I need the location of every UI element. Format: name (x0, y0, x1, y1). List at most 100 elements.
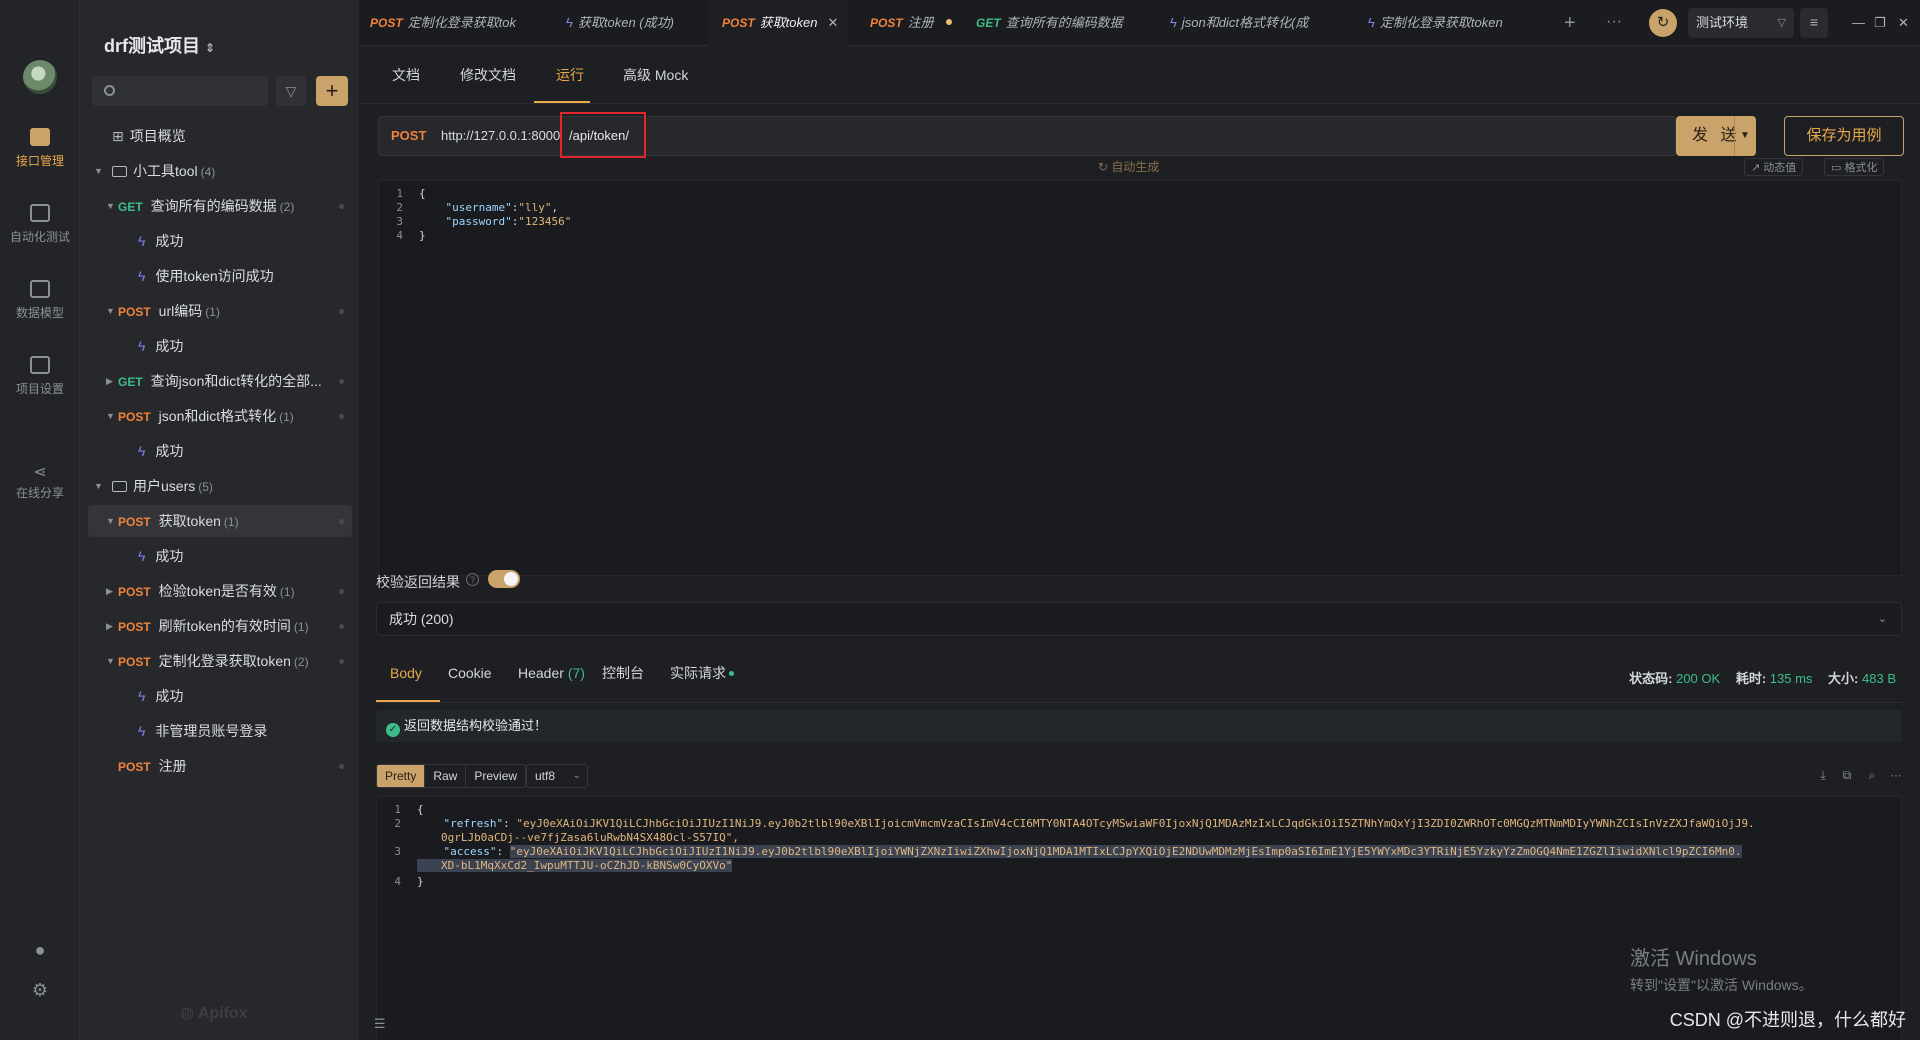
tab-item[interactable]: POST 注册 (870, 0, 970, 46)
tree-overview[interactable]: ⊞ 项目概览 (88, 120, 352, 152)
validate-toggle[interactable] (488, 570, 520, 588)
list-icon[interactable]: ☰ (374, 1016, 386, 1032)
tree-label: 项目概览 (129, 128, 186, 144)
tree-case-item[interactable]: ϟ 成功 (88, 680, 352, 712)
tree-label: 成功 (155, 338, 184, 354)
tab-label: json和dict格式转化(成 (1181, 15, 1309, 30)
tree-folder[interactable]: ▼ 用户users (5) (88, 470, 352, 502)
close-icon[interactable]: ✕ (827, 15, 838, 30)
tree-case-item[interactable]: ϟ 成功 (88, 435, 352, 467)
more-icon[interactable]: ··· (1889, 768, 1903, 782)
rail-label: 自动化测试 (9, 230, 70, 244)
chevron-down-icon: ⌄ (572, 770, 581, 781)
restore-icon[interactable]: ❐ (1874, 0, 1886, 46)
expected-response-select[interactable]: 成功 (200) ⌄ (376, 602, 1902, 636)
auto-generate-link[interactable]: ↻ 自动生成 (1098, 158, 1159, 175)
format-pretty[interactable]: Pretty (377, 765, 426, 787)
tree-api-item[interactable]: ▶ GET 查询json和dict转化的全部... (88, 365, 352, 397)
response-body-viewer[interactable]: 1 { 2 "refresh": "eyJ0eXAiOiJKV1QiLCJhbG… (376, 796, 1902, 1040)
gear-icon[interactable]: ⚙ (30, 980, 50, 1000)
rail-item-api-management[interactable]: 接口管理 (0, 128, 80, 169)
check-circle-icon: ✓ (386, 723, 400, 737)
tab-item[interactable]: ϟ json和dict格式转化(成 (1170, 0, 1322, 46)
response-tab-cookie[interactable]: Cookie (448, 656, 492, 702)
method-select[interactable]: POST (391, 117, 426, 155)
avatar[interactable] (23, 60, 57, 94)
tab-item[interactable]: GET 查询所有的编码数据 (976, 0, 1136, 46)
code-token: } (419, 229, 426, 242)
tree-case-item[interactable]: ϟ 非管理员账号登录 (88, 715, 352, 747)
window-close-icon[interactable]: ✕ (1898, 0, 1909, 46)
project-switcher[interactable]: drf测试项目 ⇕ (104, 32, 215, 58)
lightning-icon: ϟ (138, 443, 146, 459)
send-button[interactable]: 发 送 ▼ (1676, 116, 1756, 156)
status-dot (729, 671, 734, 676)
tab-item[interactable]: POST 定制化登录获取tok (370, 0, 520, 46)
chevron-down-icon[interactable]: ▼ (1740, 116, 1750, 156)
response-tab-console[interactable]: 控制台 (602, 656, 644, 702)
subtab-edit-docs[interactable]: 修改文档 (460, 46, 516, 104)
tree-api-item[interactable]: ▶ POST 检验token是否有效 (1) (88, 575, 352, 607)
subtab-docs[interactable]: 文档 (392, 46, 420, 104)
tree-api-item[interactable]: POST 注册 (88, 750, 352, 782)
code-token: "lly" (518, 201, 552, 214)
tab-item-active[interactable]: POST 获取token ✕ (708, 0, 848, 46)
code-line: { (417, 803, 424, 816)
tab-label: 定制化登录获取tok (407, 15, 517, 30)
tree-api-item[interactable]: ▼ POST url编码 (1) (88, 295, 352, 327)
url-bar[interactable]: POST http://127.0.0.1:8000 /api/token/ (378, 112, 1676, 158)
rail-item-share[interactable]: ⋖ 在线分享 (0, 462, 80, 501)
help-icon[interactable]: ? (466, 573, 479, 586)
tab-item[interactable]: ϟ 获取token (成功) (566, 0, 696, 46)
save-as-case-button[interactable]: 保存为用例 (1784, 116, 1904, 156)
environment-menu-button[interactable]: ≡ (1800, 8, 1828, 38)
tree-case-item[interactable]: ϟ 成功 (88, 540, 352, 572)
add-tab-button[interactable]: + (1564, 0, 1576, 46)
request-body-editor[interactable]: 1 {2 "username":"lly", 3 "password":"12345… (378, 180, 1902, 576)
format-button[interactable]: ▭ 格式化 (1824, 158, 1885, 176)
json-key: "refresh" (443, 817, 504, 830)
add-button[interactable]: + (316, 76, 348, 106)
tree-api-item-selected[interactable]: ▼ POST 获取token (1) (88, 505, 352, 537)
format-raw[interactable]: Raw (425, 765, 467, 787)
tree-api-item[interactable]: ▼ POST 定制化登录获取token (2) (88, 645, 352, 677)
caret-down-icon: ▼ (106, 411, 115, 421)
tree-search-input[interactable] (92, 76, 268, 106)
tree-case-item[interactable]: ϟ 使用token访问成功 (88, 260, 352, 292)
method-badge: GET (118, 375, 143, 389)
search-icon[interactable]: ⌕ (1865, 768, 1879, 782)
encoding-select[interactable]: utf8 ⌄ (526, 764, 588, 788)
response-tab-body[interactable]: Body (390, 656, 422, 702)
code-line: } (419, 229, 426, 242)
chevron-down-icon: ⌄ (1877, 613, 1887, 625)
format-preview[interactable]: Preview (466, 765, 525, 787)
url-path-input[interactable]: /api/token/ (569, 117, 629, 155)
tree-case-item[interactable]: ϟ 成功 (88, 225, 352, 257)
tree-count: (1) (293, 620, 309, 634)
tree-api-item[interactable]: ▼ POST json和dict格式转化 (1) (88, 400, 352, 432)
response-tab-header[interactable]: Header (7) (518, 656, 585, 702)
tree-folder[interactable]: ▼ 小工具tool (4) (88, 155, 352, 187)
rail-item-data-model[interactable]: 数据模型 (0, 280, 80, 321)
tree-api-item[interactable]: ▶ POST 刷新token的有效时间 (1) (88, 610, 352, 642)
rail-item-project-settings[interactable]: 项目设置 (0, 356, 80, 397)
environment-select[interactable]: 测试环境 ▽ (1688, 8, 1794, 38)
dynamic-value-button[interactable]: ↗ 动态值 (1744, 158, 1804, 176)
tab-label: 查询所有的编码数据 (1005, 15, 1123, 30)
sync-icon[interactable]: ↻ (1649, 9, 1677, 37)
tree-api-item[interactable]: ▼ GET 查询所有的编码数据 (2) (88, 190, 352, 222)
filter-button[interactable]: ▽ (276, 76, 306, 106)
chevron-updown-icon: ⇕ (205, 41, 216, 55)
copy-icon[interactable]: ⧉ (1840, 768, 1854, 782)
subtab-advanced-mock[interactable]: 高级 Mock (623, 46, 688, 104)
subtab-run[interactable]: 运行 (556, 46, 584, 104)
bell-icon[interactable]: ● (30, 940, 50, 960)
rail-item-automation[interactable]: 自动化测试 (0, 204, 80, 245)
response-tab-actual-request[interactable]: 实际请求 (670, 656, 734, 702)
validation-pass-text: 返回数据结构校验通过！ (404, 718, 548, 733)
tab-item[interactable]: ϟ 定制化登录获取token (1368, 0, 1528, 46)
more-tabs-icon[interactable]: ··· (1606, 0, 1622, 44)
tree-case-item[interactable]: ϟ 成功 (88, 330, 352, 362)
minimize-icon[interactable]: — (1852, 0, 1865, 46)
download-icon[interactable]: ⤓ (1816, 768, 1830, 782)
